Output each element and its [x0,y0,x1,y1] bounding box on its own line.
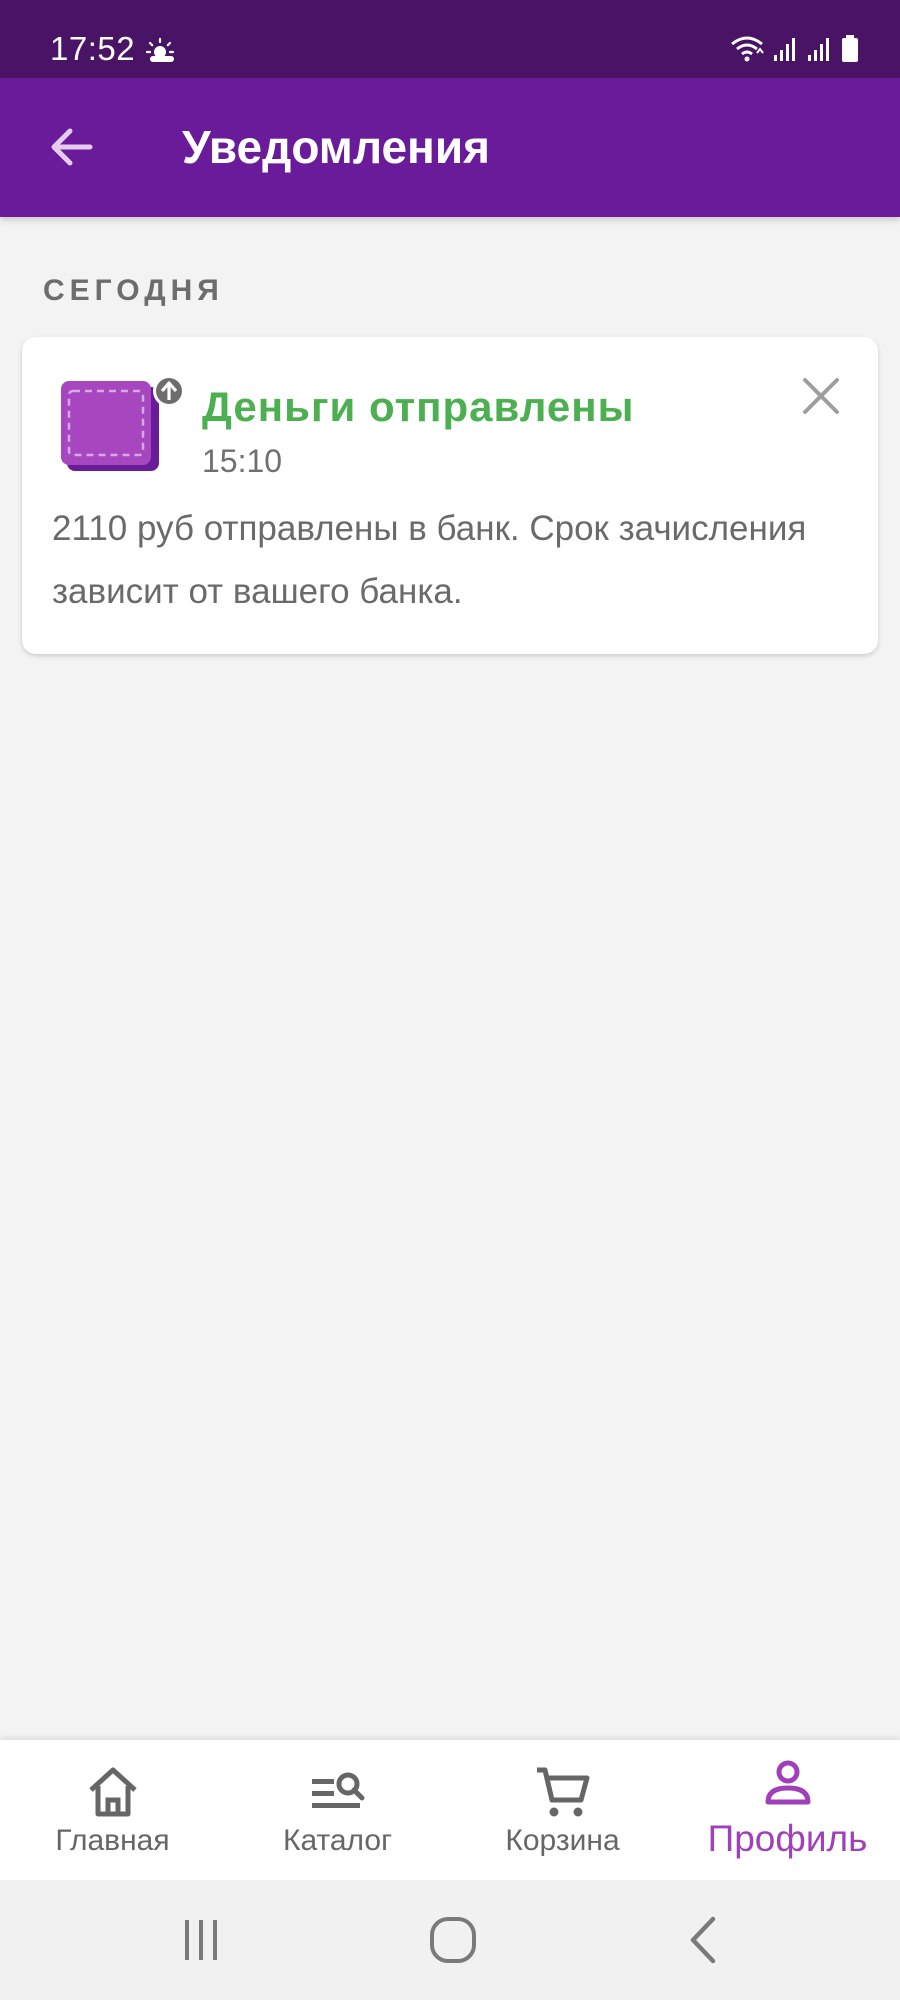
notification-title: Деньги отправлены [202,383,635,430]
sun-cloud-icon [146,37,175,62]
notification-text: 2110 руб отправлены в банк. Срок зачисле… [52,509,807,611]
bottom-navigation: Главная Каталог Корзина Профиль [0,1740,900,1880]
page-title: Уведомления [182,121,490,173]
system-navigation-bar [0,1880,900,2000]
nav-item-profile[interactable]: Профиль [675,1740,900,1880]
catalog-search-icon [311,1772,364,1808]
nav-item-catalog[interactable]: Каталог [225,1740,450,1880]
back-chevron-icon [690,1916,716,1964]
wifi-icon [731,36,764,62]
notification-card[interactable]: Деньги отправлены 15:10 2110 руб отправл… [22,337,878,654]
home-circle-icon [430,1917,476,1963]
nav-label-catalog: Каталог [282,1824,393,1857]
close-icon [803,378,839,414]
nav-label-profile: Профиль [707,1818,868,1859]
profile-icon [765,1760,810,1805]
status-icons [730,32,860,66]
nav-item-home[interactable]: Главная [0,1740,225,1880]
status-bar: 17:52 [0,0,900,78]
notification-time: 15:10 [202,443,283,479]
battery-icon [842,35,858,62]
section-header-today: СЕГОДНЯ [43,274,224,307]
signal-icon [808,38,829,61]
nav-label-cart: Корзина [505,1824,620,1857]
back-button[interactable] [38,114,104,180]
app-bar: Уведомления [0,78,900,217]
arrow-left-icon [51,128,93,166]
nav-label-home: Главная [55,1824,170,1857]
back-system-button[interactable] [668,1910,738,1970]
recent-apps-icon [185,1920,217,1960]
home-icon [88,1767,137,1817]
status-time: 17:52 [50,30,136,67]
recent-apps-button[interactable] [166,1910,236,1970]
wallet-upload-icon [61,375,185,471]
signal-icon [774,38,795,61]
nav-item-cart[interactable]: Корзина [450,1740,675,1880]
dismiss-notification-button[interactable] [792,367,850,425]
home-system-button[interactable] [418,1910,488,1970]
cart-icon [536,1767,589,1817]
